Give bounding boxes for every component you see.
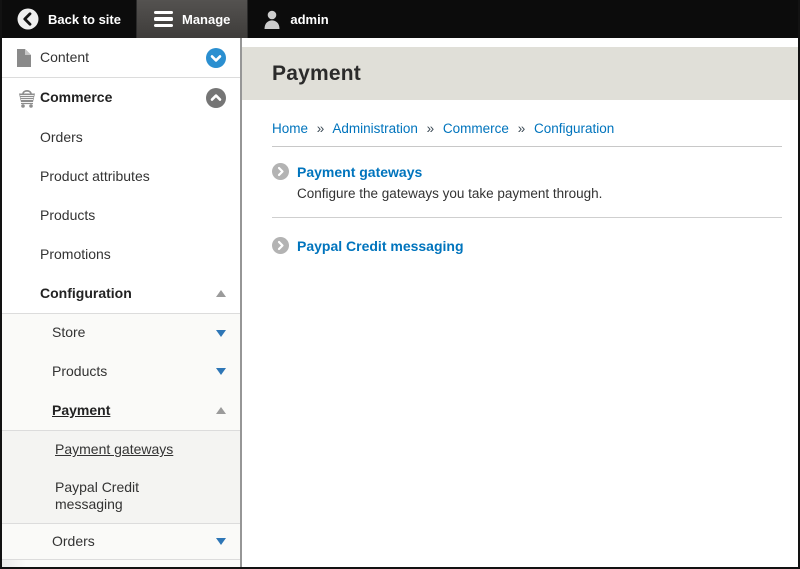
- sidebar-item-products[interactable]: Products: [2, 196, 240, 235]
- breadcrumb-link-commerce[interactable]: Commerce: [443, 121, 509, 136]
- sidebar-item-label: Store: [52, 324, 208, 342]
- breadcrumb-separator: »: [427, 121, 435, 136]
- admin-username: admin: [290, 12, 328, 27]
- breadcrumb-link-home[interactable]: Home: [272, 121, 308, 136]
- back-circle-icon: [17, 8, 39, 30]
- breadcrumb-link-administration[interactable]: Administration: [332, 121, 418, 136]
- paypal-credit-messaging-link[interactable]: Paypal Credit messaging: [297, 238, 464, 254]
- admin-menu-sidebar: Content: [2, 38, 242, 567]
- file-icon: [16, 49, 40, 67]
- sidebar-item-paypal-credit-messaging[interactable]: Paypal Credit messaging: [2, 469, 240, 523]
- sidebar-item-label: Product attributes: [40, 168, 226, 186]
- breadcrumb-divider: [272, 146, 782, 147]
- sidebar-item-promotions[interactable]: Promotions: [2, 235, 240, 274]
- page-title: Payment: [272, 62, 361, 86]
- user-icon: [263, 9, 281, 29]
- sidebar-item-products-config[interactable]: Products: [2, 352, 240, 391]
- sidebar-item-label: Configuration: [40, 285, 208, 303]
- chevron-down-circle-icon[interactable]: [206, 48, 226, 68]
- triangle-up-icon[interactable]: [216, 407, 226, 414]
- manage-label: Manage: [182, 12, 230, 27]
- page-header: Payment: [242, 47, 798, 100]
- sidebar-item-label: Payment: [52, 402, 208, 420]
- sidebar-item-label: Products: [40, 207, 226, 225]
- sidebar-item-label: Payment gateways: [55, 441, 226, 459]
- hamburger-icon: [154, 11, 173, 28]
- back-to-site-tab[interactable]: Back to site: [2, 0, 136, 38]
- sidebar-item-product-attributes[interactable]: Product attributes: [2, 157, 240, 196]
- sidebar-item-payment-gateways[interactable]: Payment gateways: [2, 430, 240, 469]
- breadcrumb-separator: »: [518, 121, 526, 136]
- cart-icon: [16, 88, 40, 108]
- manage-tab[interactable]: Manage: [136, 0, 248, 38]
- payment-gateways-link[interactable]: Payment gateways: [297, 164, 422, 180]
- sidebar-item-configuration[interactable]: Configuration: [2, 274, 240, 313]
- admin-block-payment-gateways: Payment gateways Configure the gateways …: [272, 163, 782, 201]
- chevron-right-circle-icon: [272, 237, 289, 254]
- browser-viewport: Back to site Manage admin: [0, 0, 800, 569]
- triangle-down-icon[interactable]: [216, 368, 226, 375]
- triangle-up-icon[interactable]: [216, 290, 226, 297]
- admin-toolbar: Back to site Manage admin: [2, 0, 798, 38]
- sidebar-item-commerce[interactable]: Commerce: [2, 78, 240, 118]
- admin-user-tab[interactable]: admin: [248, 0, 343, 38]
- breadcrumb: Home » Administration » Commerce » Confi…: [272, 121, 782, 136]
- sidebar-item-label: Content: [40, 49, 198, 67]
- sidebar-item-store[interactable]: Store: [2, 313, 240, 352]
- admin-block-paypal-credit: Paypal Credit messaging: [272, 237, 782, 254]
- sidebar-item-label: Commerce: [40, 89, 198, 107]
- main-content: Payment Home » Administration » Commerce…: [242, 38, 798, 567]
- back-to-site-label: Back to site: [48, 12, 121, 27]
- payment-gateways-description: Configure the gateways you take payment …: [297, 186, 782, 201]
- sidebar-item-label: Paypal Credit messaging: [55, 479, 205, 514]
- triangle-down-icon[interactable]: [216, 538, 226, 545]
- sidebar-item-label: Promotions: [40, 246, 226, 264]
- breadcrumb-link-configuration[interactable]: Configuration: [534, 121, 614, 136]
- sidebar-item-label: Products: [52, 363, 208, 381]
- breadcrumb-separator: »: [317, 121, 325, 136]
- item-divider: [272, 217, 782, 218]
- sidebar-item-orders-config[interactable]: Orders: [2, 523, 240, 560]
- sidebar-item-label: Orders: [40, 129, 226, 147]
- chevron-right-circle-icon: [272, 163, 289, 180]
- sidebar-item-content[interactable]: Content: [2, 38, 240, 78]
- sidebar-item-payment[interactable]: Payment: [2, 391, 240, 430]
- sidebar-item-orders[interactable]: Orders: [2, 118, 240, 157]
- sidebar-item-label: Orders: [52, 533, 208, 551]
- triangle-down-icon[interactable]: [216, 330, 226, 337]
- chevron-up-circle-icon[interactable]: [206, 88, 226, 108]
